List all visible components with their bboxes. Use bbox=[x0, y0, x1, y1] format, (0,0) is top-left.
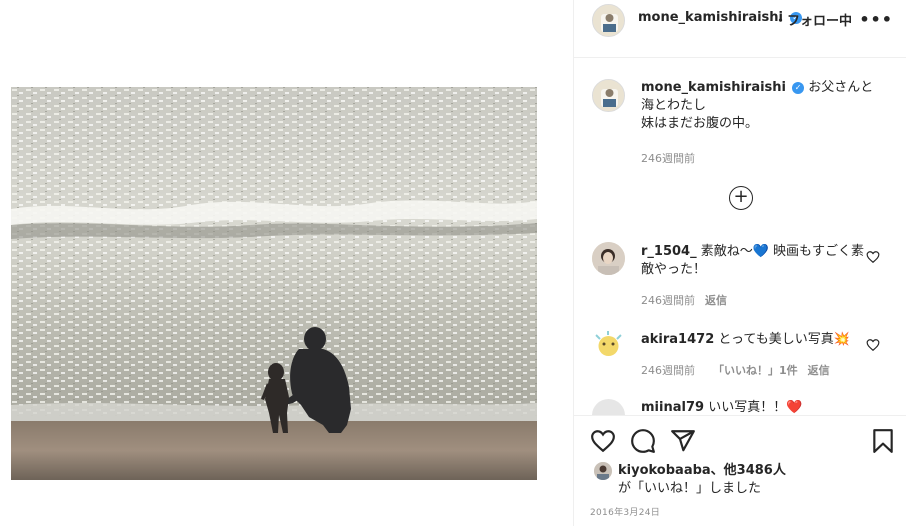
comment-age[interactable]: 246週間前 bbox=[641, 364, 695, 377]
caption-text: mone_kamishiraishi ✓ お父さんと海とわたし 妹はまだお腹の中… bbox=[641, 79, 881, 133]
liker-avatar[interactable] bbox=[594, 462, 612, 480]
reply-button[interactable]: 返信 bbox=[808, 364, 830, 377]
comment-like-heart-icon[interactable] bbox=[866, 250, 880, 264]
author-username-text[interactable]: mone_kamishiraishi bbox=[638, 10, 783, 25]
likes-suffix: が「いいね！」しました bbox=[618, 481, 762, 496]
comment-like-heart-icon[interactable] bbox=[866, 338, 880, 352]
load-more-comments-button[interactable]: + bbox=[729, 186, 753, 210]
comment-username[interactable]: miinal79 bbox=[641, 400, 704, 415]
comment-likes-count[interactable]: 「いいね！」1件 bbox=[713, 364, 798, 377]
comment-text: miinal79 いい写真！！❤️ bbox=[641, 399, 866, 415]
comment-username[interactable]: r_1504_ bbox=[641, 244, 697, 259]
following-status[interactable]: ・フォロー中 bbox=[774, 10, 852, 29]
post-date[interactable]: 2016年3月24日 bbox=[590, 505, 660, 518]
comments-list[interactable]: mone_kamishiraishi ✓ お父さんと海とわたし 妹はまだお腹の中… bbox=[574, 59, 906, 415]
caption-username[interactable]: mone_kamishiraishi bbox=[641, 80, 786, 95]
author-avatar[interactable] bbox=[592, 4, 625, 37]
comment-body: とっても美しい写真💥 bbox=[718, 332, 850, 347]
caption-author-avatar[interactable] bbox=[592, 79, 625, 112]
comment-text: r_1504_ 素敵ね〜💙 映画もすごく素敵やった！ bbox=[641, 243, 866, 279]
comment-text: akira1472 とっても美しい写真💥 bbox=[641, 331, 866, 349]
caption-age[interactable]: 246週間前 bbox=[641, 150, 695, 166]
comment-age[interactable]: 246週間前 bbox=[641, 294, 695, 307]
likes-summary: kiyokobaaba、他3486人 が「いいね！」しました bbox=[618, 462, 786, 498]
beach-photo-image bbox=[11, 87, 537, 480]
caption-line-2: 妹はまだお腹の中。 bbox=[641, 116, 759, 131]
comment-meta: 246週間前 「いいね！」1件 返信 bbox=[641, 362, 830, 378]
more-options-icon[interactable]: ••• bbox=[859, 10, 893, 29]
paper-plane-icon[interactable] bbox=[670, 428, 696, 454]
post-header: mone_kamishiraishi ✓ ・フォロー中 ••• bbox=[574, 0, 906, 58]
bookmark-icon[interactable] bbox=[870, 428, 896, 454]
post-photo[interactable] bbox=[11, 87, 537, 480]
likes-others-count[interactable]: 、他3486人 bbox=[711, 463, 786, 478]
comment-meta: 246週間前 返信 bbox=[641, 292, 727, 308]
liker-username[interactable]: kiyokobaaba bbox=[618, 463, 711, 478]
comment-body: いい写真！！❤️ bbox=[708, 400, 803, 415]
comment-bubble-icon[interactable] bbox=[630, 428, 656, 454]
commenter-avatar[interactable] bbox=[592, 329, 625, 362]
post-actions: kiyokobaaba、他3486人 が「いいね！」しました 2016年3月24… bbox=[574, 415, 906, 526]
heart-icon[interactable] bbox=[590, 428, 616, 454]
post-detail-pane: mone_kamishiraishi ✓ ・フォロー中 ••• mone_kam… bbox=[573, 0, 906, 526]
comment-username[interactable]: akira1472 bbox=[641, 332, 714, 347]
verified-badge-icon: ✓ bbox=[792, 82, 805, 94]
reply-button[interactable]: 返信 bbox=[705, 294, 727, 307]
commenter-avatar[interactable] bbox=[592, 242, 625, 275]
commenter-avatar[interactable] bbox=[592, 399, 625, 415]
post-media-pane bbox=[0, 0, 573, 526]
